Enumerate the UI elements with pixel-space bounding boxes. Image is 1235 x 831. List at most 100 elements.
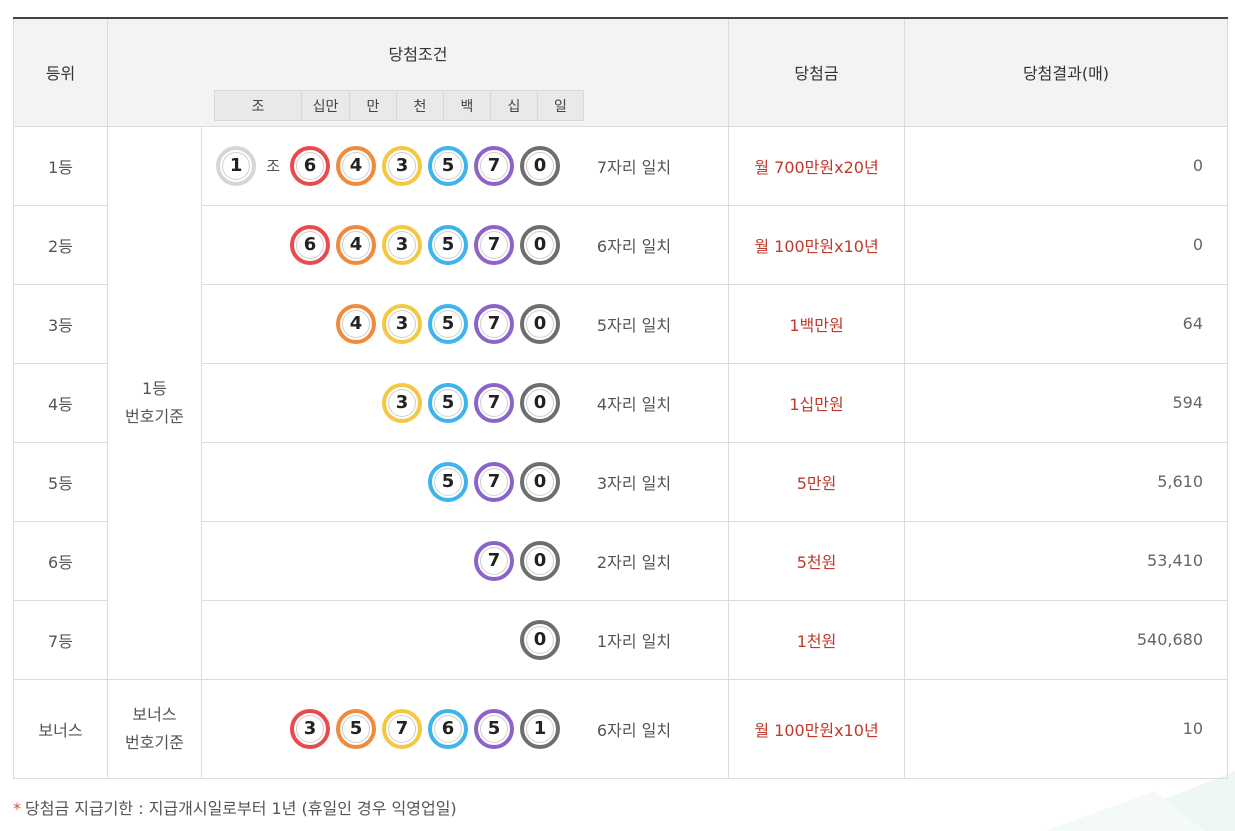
number-ball: 5: [428, 303, 468, 344]
bonus-basis-cell: 보너스 번호기준: [107, 678, 202, 779]
result-count-cell: 53,410: [904, 520, 1228, 601]
number-ball: 5: [428, 224, 468, 265]
number-ball: 7: [474, 382, 514, 423]
ball-set: 70: [474, 540, 560, 581]
rank-cell: 5등: [13, 441, 108, 522]
place-label: 만: [349, 91, 396, 120]
match-label: 2자리 일치: [596, 552, 672, 572]
number-ball: 0: [520, 540, 560, 581]
number-ball: 7: [474, 540, 514, 581]
number-ball: 7: [382, 708, 422, 749]
rank-cell: 4등: [13, 362, 108, 443]
number-ball: 6: [290, 224, 330, 265]
match-label: 4자리 일치: [596, 394, 672, 414]
table-row: 1등 1등 번호기준 1 조 6 4 3 5 7 0 7자리 일치 월 700만원x20년 0: [13, 125, 1228, 680]
number-ball: 3: [382, 303, 422, 344]
number-ball: 0: [520, 303, 560, 344]
rank-cell: 2등: [13, 204, 108, 285]
match-label: 7자리 일치: [596, 157, 672, 177]
match-label: 6자리 일치: [596, 720, 672, 740]
place-label: 백: [443, 91, 490, 120]
place-label: 십: [490, 91, 537, 120]
number-ball: 6: [428, 708, 468, 749]
header-rank: 등위: [13, 18, 108, 127]
header-prize: 당첨금: [728, 18, 905, 127]
ball-set: 357651: [290, 708, 560, 749]
number-ball: 0: [520, 619, 560, 660]
note-asterisk: *: [13, 799, 21, 818]
number-ball: 3: [290, 708, 330, 749]
number-ball: 6: [290, 145, 330, 186]
result-count-cell: 594: [904, 362, 1228, 443]
place-label: 천: [396, 91, 443, 120]
result-count-cell: 64: [904, 283, 1228, 364]
number-ball: 0: [520, 145, 560, 186]
number-ball: 4: [336, 224, 376, 265]
match-label: 1자리 일치: [596, 631, 672, 651]
header-result: 당첨결과(매): [904, 18, 1228, 127]
place-value-bar: 조 십만 만 천 백 십 일: [214, 90, 584, 121]
ball-set: 570: [428, 461, 560, 502]
payment-deadline-note: * 당첨금 지급기한 : 지급개시일로부터 1년 (휴일인 경우 익영업일): [13, 795, 457, 819]
prize-cell: 1백만원: [728, 283, 905, 364]
result-count-cell: 0: [904, 204, 1228, 285]
ball-set: 0: [520, 619, 560, 660]
table-header-row: 등위 당첨조건 조 십만 만 천 백 십 일 당첨금 당첨결과(매): [13, 18, 1228, 127]
number-ball: 1: [520, 708, 560, 749]
group-unit-label: 조: [266, 157, 280, 175]
number-ball: 7: [474, 303, 514, 344]
ball-set: 3570: [382, 382, 560, 423]
rank-cell: 3등: [13, 283, 108, 364]
number-ball: 0: [520, 382, 560, 423]
ball-set: 43570: [336, 303, 560, 344]
place-label: 일: [537, 91, 583, 120]
number-ball: 5: [428, 145, 468, 186]
number-ball: 5: [474, 708, 514, 749]
result-count-cell: 540,680: [904, 599, 1228, 680]
match-label: 6자리 일치: [596, 236, 672, 256]
background-decoration: [1045, 771, 1235, 831]
number-ball: 3: [382, 382, 422, 423]
result-count-cell: 0: [904, 125, 1228, 206]
ball-set: 1조643570: [216, 145, 560, 186]
prize-cell: 5만원: [728, 441, 905, 522]
prize-cell: 월 700만원x20년: [728, 125, 905, 206]
number-ball: 3: [382, 224, 422, 265]
prize-cell: 월 100만원x10년: [728, 204, 905, 285]
number-ball: 7: [474, 224, 514, 265]
winning-numbers-cell: 3 5 7 6 5 1 6자리 일치: [201, 678, 729, 779]
match-label: 5자리 일치: [596, 315, 672, 335]
table-row: 보너스 보너스 번호기준 3 5 7 6 5 1 6자리 일치 월 100만원x10년 10: [13, 678, 1228, 779]
rank-cell: 7등: [13, 599, 108, 680]
number-ball: 5: [428, 382, 468, 423]
place-label: 조: [251, 98, 265, 115]
basis-line: 1등: [142, 378, 167, 398]
header-condition-label: 당첨조건: [388, 45, 448, 64]
match-label: 3자리 일치: [596, 473, 672, 493]
number-ball: 7: [474, 145, 514, 186]
prize-cell: 1십만원: [728, 362, 905, 443]
rank-cell: 6등: [13, 520, 108, 601]
group-ball: 1: [216, 145, 257, 186]
ball-set: 643570: [290, 224, 560, 265]
winning-numbers-cell: 1 조 6 4 3 5 7 0 7자리 일치: [201, 125, 729, 206]
winning-results-table: 등위 당첨조건 조 십만 만 천 백 십 일 당첨금 당첨결과(매) 1등 1등 번…: [13, 17, 1228, 779]
number-ball: 4: [336, 145, 376, 186]
number-ball: 7: [474, 461, 514, 502]
main-basis-cell: 1등번호기준: [107, 125, 202, 680]
number-ball: 0: [520, 224, 560, 265]
rank-cell: 보너스: [13, 678, 108, 779]
winning-numbers-cell: 0 1자리 일치: [201, 599, 729, 680]
basis-line: 번호기준: [125, 732, 184, 752]
number-ball: 3: [382, 145, 422, 186]
prize-cell: 월 100만원x10년: [728, 678, 905, 779]
winning-numbers-cell: 5 7 0 3자리 일치: [201, 441, 729, 522]
number-ball: 4: [336, 303, 376, 344]
number-ball: 0: [520, 461, 560, 502]
prize-cell: 5천원: [728, 520, 905, 601]
rank-cell: 1등: [13, 125, 108, 206]
winning-numbers-cell: 7 0 2자리 일치: [201, 520, 729, 601]
basis-line: 번호기준: [125, 406, 184, 426]
prize-cell: 1천원: [728, 599, 905, 680]
place-label: 십만: [301, 91, 349, 120]
